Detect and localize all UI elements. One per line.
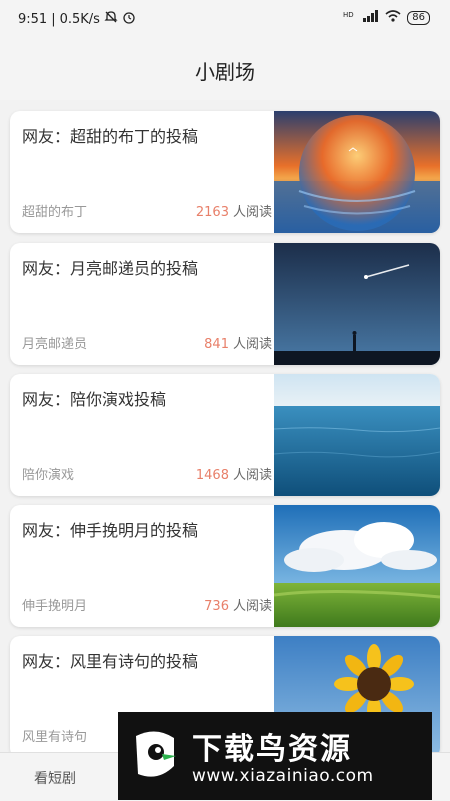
card-text: 网友：月亮邮递员的投稿 月亮邮递员 841 人阅读 bbox=[22, 243, 272, 365]
card-author: 伸手挽明月 bbox=[22, 599, 88, 614]
signal-icon bbox=[363, 10, 379, 25]
alarm-icon bbox=[122, 10, 136, 28]
card-thumbnail[interactable] bbox=[274, 243, 440, 365]
header: 小剧场 bbox=[0, 40, 450, 100]
card-author: 风里有诗句 bbox=[22, 730, 88, 745]
bird-logo-icon bbox=[136, 731, 176, 777]
read-label: 人阅读 bbox=[232, 468, 272, 483]
card-author: 月亮邮递员 bbox=[22, 337, 88, 352]
card-title: 网友：风里有诗句的投稿 bbox=[22, 652, 199, 671]
card-reads: 1468 人阅读 bbox=[196, 464, 272, 483]
card-text: 网友：陪你演戏投稿 陪你演戏 1468 人阅读 bbox=[22, 374, 272, 496]
card-title: 网友：超甜的布丁的投稿 bbox=[22, 127, 199, 146]
story-card[interactable]: 网友：伸手挽明月的投稿 伸手挽明月 736 人阅读 bbox=[10, 505, 440, 627]
mute-icon bbox=[104, 10, 118, 28]
watermark-brand: 下载鸟资源 bbox=[192, 732, 352, 767]
meteor-night-image bbox=[274, 243, 440, 365]
card-author: 超甜的布丁 bbox=[22, 205, 88, 220]
status-time: 9:51 bbox=[18, 11, 48, 27]
ocean-image bbox=[274, 374, 440, 496]
card-list[interactable]: 网友：超甜的布丁的投稿 超甜的布丁 2163 人阅读 网友：月亮邮递员的投稿 月亮… bbox=[0, 100, 450, 760]
card-title: 网友：伸手挽明月的投稿 bbox=[22, 521, 199, 540]
sunset-sphere-image bbox=[274, 111, 440, 233]
battery-icon: 86 bbox=[407, 10, 430, 25]
card-thumbnail[interactable] bbox=[274, 111, 440, 233]
hd-icon: HD bbox=[343, 10, 357, 25]
page-title: 小剧场 bbox=[195, 59, 255, 84]
card-reads: 841 人阅读 bbox=[204, 333, 272, 352]
read-label: 人阅读 bbox=[232, 337, 272, 352]
read-label: 人阅读 bbox=[232, 205, 272, 220]
network-speed: 0.5K/s bbox=[59, 11, 100, 27]
read-count: 736 bbox=[204, 599, 229, 614]
read-count: 841 bbox=[204, 337, 229, 352]
grassland-clouds-image bbox=[274, 505, 440, 627]
story-card[interactable]: 网友：超甜的布丁的投稿 超甜的布丁 2163 人阅读 bbox=[10, 111, 440, 233]
read-count: 2163 bbox=[195, 205, 229, 220]
watermark-url: www.xiazainiao.com bbox=[192, 766, 374, 786]
card-text: 网友：伸手挽明月的投稿 伸手挽明月 736 人阅读 bbox=[22, 505, 272, 627]
story-card[interactable]: 网友：月亮邮递员的投稿 月亮邮递员 841 人阅读 bbox=[10, 243, 440, 365]
status-bar: 9:51 | 0.5K/s HD 86 bbox=[0, 0, 450, 40]
card-reads: 2163 人阅读 bbox=[196, 201, 272, 220]
status-left: 9:51 | 0.5K/s bbox=[18, 10, 136, 28]
story-card[interactable]: 网友：陪你演戏投稿 陪你演戏 1468 人阅读 bbox=[10, 374, 440, 496]
read-label: 人阅读 bbox=[232, 599, 272, 614]
svg-text:HD: HD bbox=[343, 11, 354, 19]
wifi-icon bbox=[385, 10, 401, 25]
card-thumbnail[interactable] bbox=[274, 374, 440, 496]
card-text: 网友：超甜的布丁的投稿 超甜的布丁 2163 人阅读 bbox=[22, 111, 272, 233]
tab-watch-short-drama[interactable]: 看短剧 bbox=[34, 768, 76, 788]
read-count: 1468 bbox=[195, 468, 229, 483]
card-title: 网友：月亮邮递员的投稿 bbox=[22, 259, 199, 278]
card-title: 网友：陪你演戏投稿 bbox=[22, 390, 167, 409]
card-thumbnail[interactable] bbox=[274, 505, 440, 627]
card-reads: 736 人阅读 bbox=[204, 595, 272, 614]
status-right: HD 86 bbox=[343, 10, 430, 25]
status-separator: | bbox=[51, 11, 56, 27]
card-author: 陪你演戏 bbox=[22, 468, 75, 483]
watermark-banner: 下载鸟资源 www.xiazainiao.com bbox=[118, 712, 432, 800]
